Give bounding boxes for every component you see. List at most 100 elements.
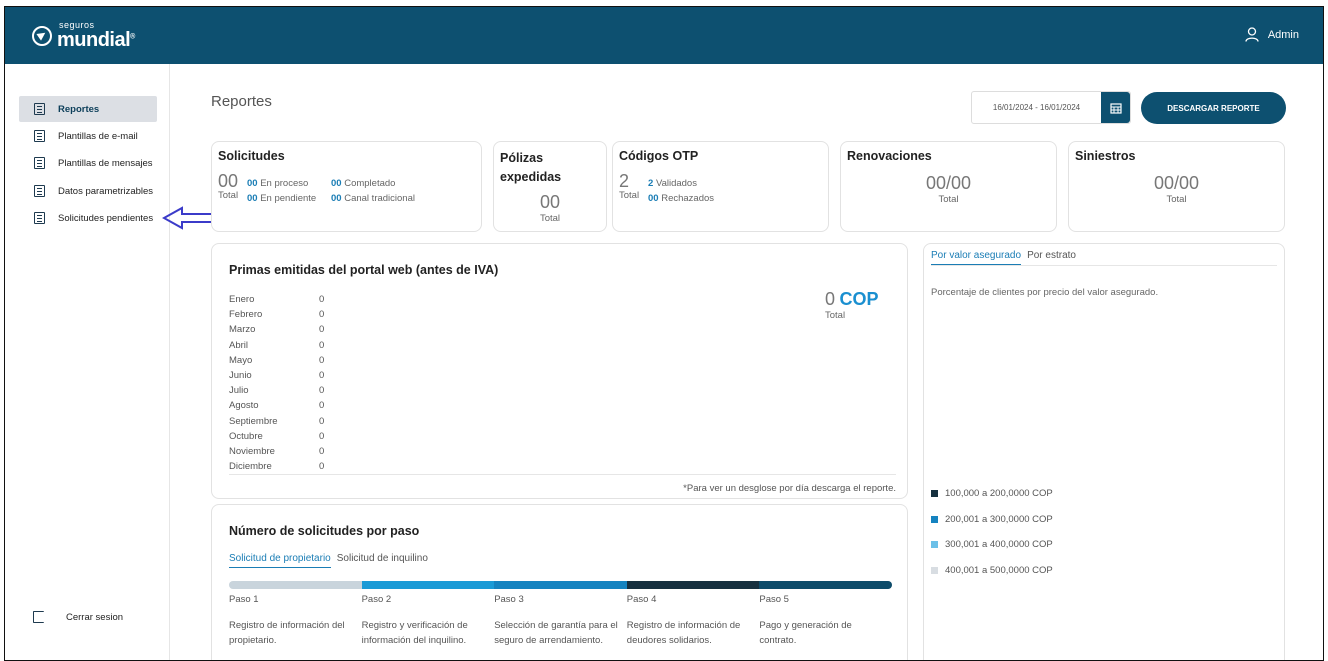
step-item: Paso 4 Registro de información de deudore… — [626, 581, 760, 648]
month-row: Octubre 0 — [229, 429, 324, 444]
legend-label: 400,001 a 500,0000 COP — [945, 564, 1053, 576]
date-range-picker[interactable]: 16/01/2024 - 16/01/2024 — [971, 91, 1131, 124]
brand-logo[interactable]: seguros mundial® — [32, 21, 135, 50]
month-value: 0 — [319, 339, 325, 351]
step-name: Paso 5 — [759, 594, 789, 605]
total-label: Total — [539, 213, 561, 224]
month-row: Marzo 0 — [229, 322, 324, 337]
otp-count: 2 — [619, 171, 630, 191]
card-polizas: Pólizas expedidas 00 Total — [493, 141, 607, 232]
primas-total: 0 COP Total — [825, 289, 878, 321]
total-label: Total — [619, 190, 640, 201]
en-proceso-label: En proceso — [260, 178, 309, 189]
tab-por-estrato[interactable]: Por estrato — [1027, 250, 1076, 265]
card-title: Códigos OTP — [619, 149, 699, 163]
sidebar-item-plantillas-email[interactable]: Plantillas de e-mail — [19, 123, 157, 149]
renovaciones-count: 00/00 — [925, 173, 972, 193]
logout-button[interactable]: Cerrar sesion — [33, 611, 123, 623]
step-name: Paso 1 — [229, 594, 259, 605]
validados-label: Validados — [655, 178, 697, 189]
sidebar-item-solicitudes-pendientes[interactable]: Solicitudes pendientes — [19, 205, 157, 231]
step-description: Registro de información de deudores soli… — [626, 620, 741, 646]
legend-item: 300,001 a 400,0000 COP — [931, 532, 1053, 558]
card-title: Primas emitidas del portal web (antes de… — [229, 263, 499, 277]
step-description: Registro y verificación de información d… — [361, 620, 468, 646]
step-item: Paso 1 Registro de información del propie… — [229, 581, 362, 648]
step-description: Selección de garantía para el seguro de … — [494, 620, 618, 646]
month-value: 0 — [319, 400, 325, 412]
total-label: Total — [218, 190, 239, 201]
month-row: Agosto 0 — [229, 398, 324, 413]
legend-item: 200,001 a 300,0000 COP — [931, 507, 1053, 533]
card-valor-asegurado: Por valor asegurado Por estrato Porcenta… — [923, 243, 1285, 660]
user-menu[interactable]: Admin — [1245, 27, 1299, 42]
completado-label: Completado — [344, 178, 396, 189]
legend-item: 400,001 a 500,0000 COP — [931, 558, 1053, 584]
download-report-button[interactable]: DESCARGAR REPORTE — [1141, 92, 1286, 124]
en-pendiente-label: En pendiente — [260, 193, 317, 204]
month-name: Septiembre — [229, 415, 278, 427]
user-name: Admin — [1267, 28, 1299, 41]
asegurado-subtitle: Porcentaje de clientes por precio del va… — [931, 287, 1159, 298]
month-name: Enero — [229, 294, 255, 305]
month-value: 0 — [319, 430, 325, 442]
month-row: Septiembre 0 — [229, 414, 324, 429]
sidebar-item-plantillas-mensajes[interactable]: Plantillas de mensajes — [19, 150, 157, 176]
month-value: 0 — [319, 324, 325, 336]
message-template-icon — [34, 157, 45, 169]
month-name: Mayo — [229, 354, 253, 366]
step-name: Paso 2 — [361, 594, 392, 605]
step-name: Paso 4 — [626, 594, 657, 605]
total-label: Total — [1166, 194, 1187, 205]
rechazados-label: Rechazados — [661, 193, 715, 204]
month-row: Enero 0 — [229, 292, 324, 307]
validados-count: 2 — [648, 178, 654, 189]
email-template-icon — [34, 130, 45, 142]
logout-icon — [33, 611, 44, 623]
en-proceso-count: 00 — [247, 178, 258, 189]
total-label: Total — [938, 194, 959, 205]
sidebar: Reportes Plantillas de e-mail Plantillas… — [5, 64, 170, 660]
month-row: Abril 0 — [229, 338, 324, 353]
canal-tradicional-count: 00 — [331, 193, 342, 204]
month-value: 0 — [319, 370, 325, 382]
completado-count: 00 — [331, 178, 342, 189]
logo-compass-icon — [32, 25, 52, 46]
app-window: seguros mundial® Admin Reportes Plantill… — [4, 6, 1324, 661]
month-value: 0 — [319, 354, 325, 366]
card-title: Solicitudes — [218, 149, 285, 163]
page-title: Reportes — [211, 93, 272, 110]
month-value: 0 — [319, 385, 325, 397]
month-row: Diciembre 0 — [229, 459, 324, 474]
asegurado-tabs: Por valor asegurado Por estrato — [931, 250, 1277, 266]
card-title: Pólizas expedidas — [500, 151, 562, 184]
month-row: Febrero 0 — [229, 307, 324, 322]
download-icon — [34, 212, 45, 224]
step-bar — [759, 581, 892, 589]
calendar-icon — [1109, 102, 1122, 114]
sidebar-item-label: Solicitudes pendientes — [58, 212, 154, 224]
step-item: Paso 3 Selección de garantía para el segu… — [494, 581, 627, 648]
month-name: Agosto — [229, 400, 259, 412]
month-row: Julio 0 — [229, 383, 324, 398]
canal-tradicional-label: Canal tradicional — [344, 193, 415, 204]
sidebar-item-label: Reportes — [58, 103, 100, 115]
month-value: 0 — [319, 461, 325, 473]
month-row: Junio 0 — [229, 368, 324, 383]
legend-swatch — [931, 490, 938, 498]
legend-swatch — [931, 515, 938, 523]
report-icon — [34, 103, 45, 115]
tab-solicitud-propietario[interactable]: Solicitud de propietario — [229, 553, 331, 568]
top-bar: seguros mundial® Admin — [5, 7, 1323, 64]
rechazados-count: 00 — [648, 193, 659, 204]
tab-solicitud-inquilino[interactable]: Solicitud de inquilino — [337, 553, 428, 568]
calendar-button[interactable] — [1101, 92, 1130, 123]
legend-swatch — [931, 541, 938, 549]
tab-por-valor-asegurado[interactable]: Por valor asegurado — [931, 250, 1022, 265]
card-primas-emitidas: Primas emitidas del portal web (antes de… — [211, 243, 908, 499]
sidebar-item-reportes[interactable]: Reportes — [19, 96, 157, 122]
sidebar-item-datos-parametrizables[interactable]: Datos parametrizables — [19, 178, 157, 204]
sidebar-item-label: Plantillas de mensajes — [58, 157, 153, 169]
card-title: Renovaciones — [847, 149, 932, 163]
logo-big-text: mundial® — [57, 29, 135, 51]
